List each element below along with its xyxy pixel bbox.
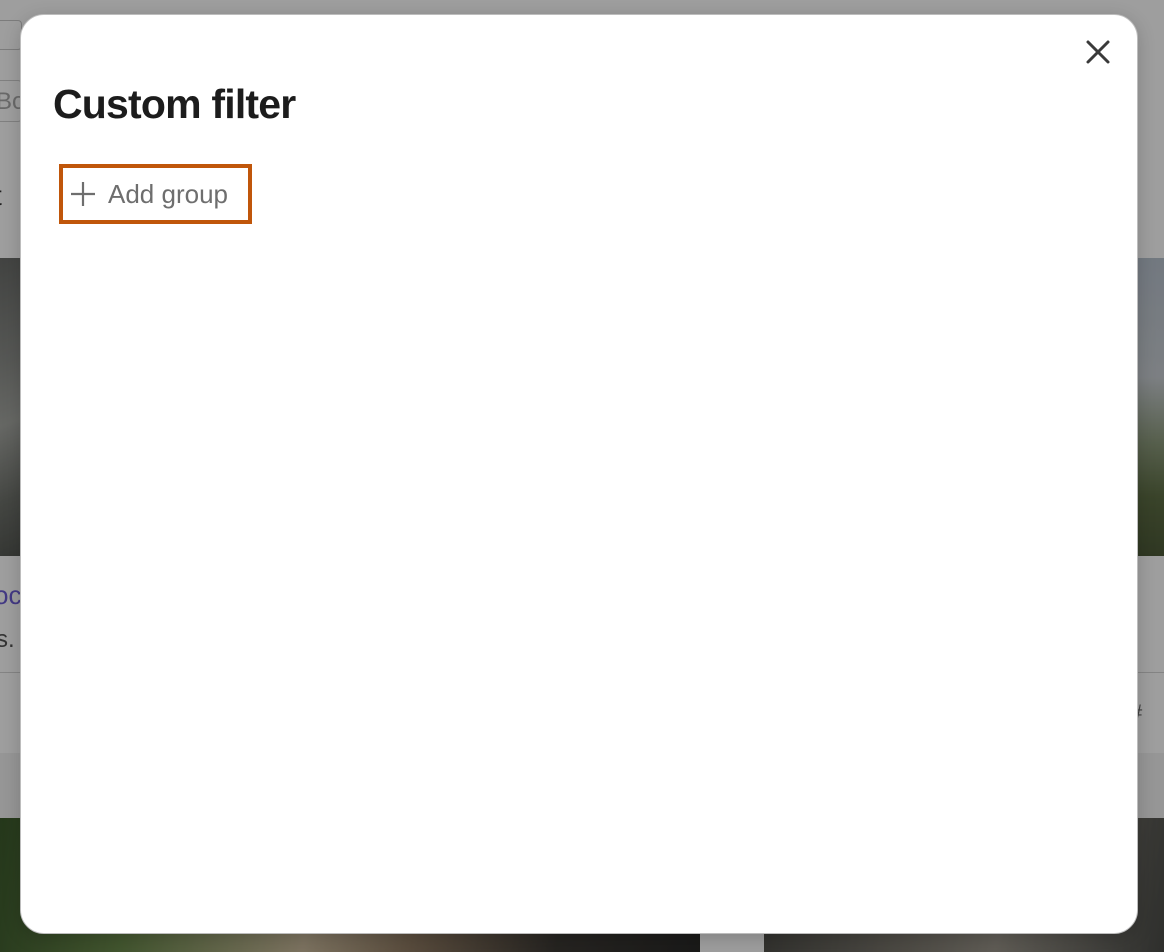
custom-filter-dialog: Custom filter Add group bbox=[20, 14, 1138, 934]
add-group-button[interactable]: Add group bbox=[59, 164, 252, 224]
close-icon bbox=[1086, 40, 1110, 64]
plus-icon bbox=[71, 182, 95, 206]
dialog-title: Custom filter bbox=[53, 81, 296, 127]
add-group-label: Add group bbox=[108, 178, 228, 209]
close-button[interactable] bbox=[1083, 37, 1113, 67]
